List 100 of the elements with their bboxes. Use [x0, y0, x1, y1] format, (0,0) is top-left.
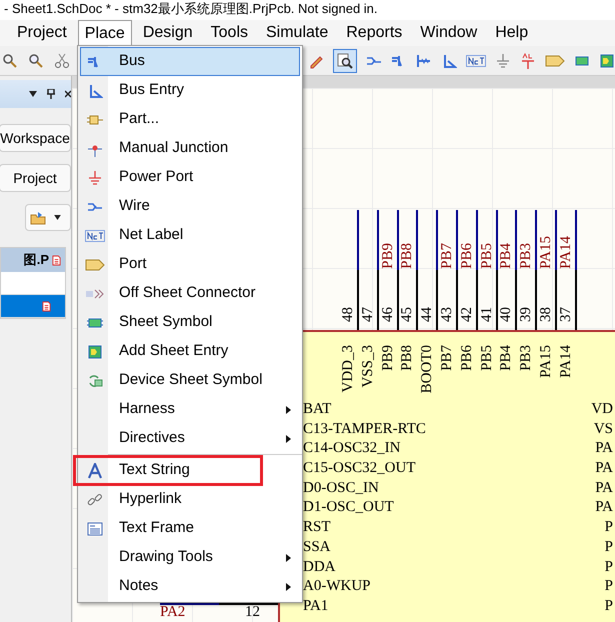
pin-name: SSA [303, 538, 332, 557]
menu-item[interactable]: Bus [80, 47, 300, 76]
pin-name: BAT [303, 400, 332, 419]
menu-item[interactable]: Drawing Tools [80, 543, 300, 572]
port-icon [85, 258, 105, 270]
pin-name: VDD_3 [341, 345, 356, 392]
pin-name: PB9 [380, 345, 396, 371]
menu-item[interactable]: Text String [74, 456, 262, 485]
pin-name: C15-OSC32_OUT [303, 459, 417, 478]
pin-icon[interactable] [47, 89, 55, 99]
zoom-icon [28, 52, 44, 68]
bus-entry-icon [441, 52, 457, 68]
pin-name: PB5 [480, 345, 495, 371]
menu-item[interactable]: Power Port [80, 163, 300, 192]
menu-item[interactable]: Hyperlink [80, 485, 300, 514]
table-header-text: 图.P [24, 251, 49, 270]
pin-name: PB6 [460, 345, 475, 371]
pin-name: P [604, 577, 613, 596]
pin-name: VD [591, 400, 613, 419]
menu-item[interactable]: Window [413, 20, 484, 46]
net-label: PB9 [380, 243, 396, 269]
menu-item[interactable]: Harness [80, 395, 300, 424]
menu-item[interactable]: Simulate [259, 20, 336, 46]
menu-item[interactable]: Directives [80, 424, 300, 453]
panel-button[interactable]: Project [0, 164, 71, 192]
pin-name: C13-TAMPER-RTC [303, 420, 426, 439]
menu-item[interactable]: Design [136, 20, 200, 46]
menu-item[interactable]: Project [10, 20, 74, 46]
pin-number: 44 [420, 307, 436, 322]
pin-name: PA1 [303, 596, 330, 616]
menu-item[interactable]: Device Sheet Symbol [80, 366, 300, 395]
ground-icon [87, 170, 103, 186]
pin-name: DDA [303, 558, 336, 576]
submenu-arrow-icon [286, 406, 291, 414]
zoom-button[interactable] [333, 48, 357, 72]
menu-item[interactable]: Wire [80, 192, 300, 221]
menu-item[interactable]: Manual Junction [80, 134, 300, 163]
device-sheet-icon [87, 372, 103, 388]
menu-item[interactable]: Reports [339, 20, 410, 46]
scissors-icon [54, 52, 70, 68]
submenu-arrow-icon [286, 434, 291, 442]
menu-item[interactable]: Help [488, 20, 536, 46]
net-label: PB3 [519, 243, 534, 269]
letter-a-icon [87, 462, 103, 478]
pin-number: 47 [360, 307, 376, 322]
pin-name: PB8 [400, 345, 416, 371]
pin-number: 46 [380, 307, 396, 322]
zoom-icon [2, 52, 18, 68]
pin-name: PA [595, 498, 613, 518]
net-label: PA14 [558, 236, 574, 269]
caret-icon [54, 215, 61, 220]
pin-name: PA [595, 439, 613, 458]
menu-item[interactable]: Part... [80, 105, 300, 134]
pin-name: VS [594, 420, 613, 439]
menu-item[interactable]: Tools [204, 20, 255, 46]
menu-item[interactable]: Place [78, 20, 132, 46]
harness-icon [416, 52, 432, 68]
folder-icon [30, 210, 46, 226]
pin-name: A0-WKUP [303, 577, 372, 596]
net-label: PA2 [160, 605, 186, 620]
pin-number: 43 [440, 307, 455, 322]
file-row[interactable] [1, 295, 65, 318]
menu-item[interactable]: Notes [80, 572, 300, 601]
dropdown-icon[interactable] [29, 91, 37, 97]
pin-number: 45 [400, 307, 416, 322]
sheet-entry-icon [87, 344, 103, 360]
menu-item[interactable]: Port [80, 250, 300, 279]
net-label: PB4 [499, 243, 514, 269]
menu-item[interactable]: Sheet Symbol [80, 308, 300, 337]
net-label-icon [466, 54, 486, 66]
pin-number: 40 [499, 307, 514, 322]
document-icon [52, 254, 61, 266]
menu-item[interactable]: Net Label [80, 221, 300, 250]
net-label: PB6 [460, 243, 475, 269]
pin-name: BOOT0 [420, 345, 436, 394]
close-icon[interactable] [65, 90, 71, 98]
ground-icon [495, 52, 511, 68]
zoom-icon [337, 52, 353, 68]
pin-name: P [604, 538, 613, 557]
pin-name: PA [595, 459, 613, 478]
menu-item[interactable]: Text Frame [80, 514, 300, 543]
pin-number: 48 [341, 307, 356, 322]
menu-item[interactable]: Add Sheet Entry [80, 337, 300, 366]
port-icon [545, 54, 565, 66]
menu-item[interactable]: Off Sheet Connector [80, 279, 300, 308]
pin-number: 41 [480, 307, 495, 322]
link-icon [87, 492, 103, 508]
net-label-icon [85, 230, 105, 242]
panel-button[interactable]: Workspace [0, 124, 71, 152]
pin-name: PB4 [499, 345, 514, 371]
net-label: PB8 [400, 243, 416, 269]
pin-name: PA [595, 478, 613, 498]
open-button[interactable] [25, 204, 71, 231]
pin-name: PB3 [519, 345, 534, 371]
menu-item[interactable]: Bus Entry [80, 76, 300, 105]
pin-number: 38 [539, 307, 554, 322]
pin-name: PA15 [539, 345, 554, 378]
pin-number: 39 [519, 307, 534, 322]
pin-name: P [604, 518, 613, 538]
pin-name: D1-OSC_OUT [303, 498, 395, 518]
